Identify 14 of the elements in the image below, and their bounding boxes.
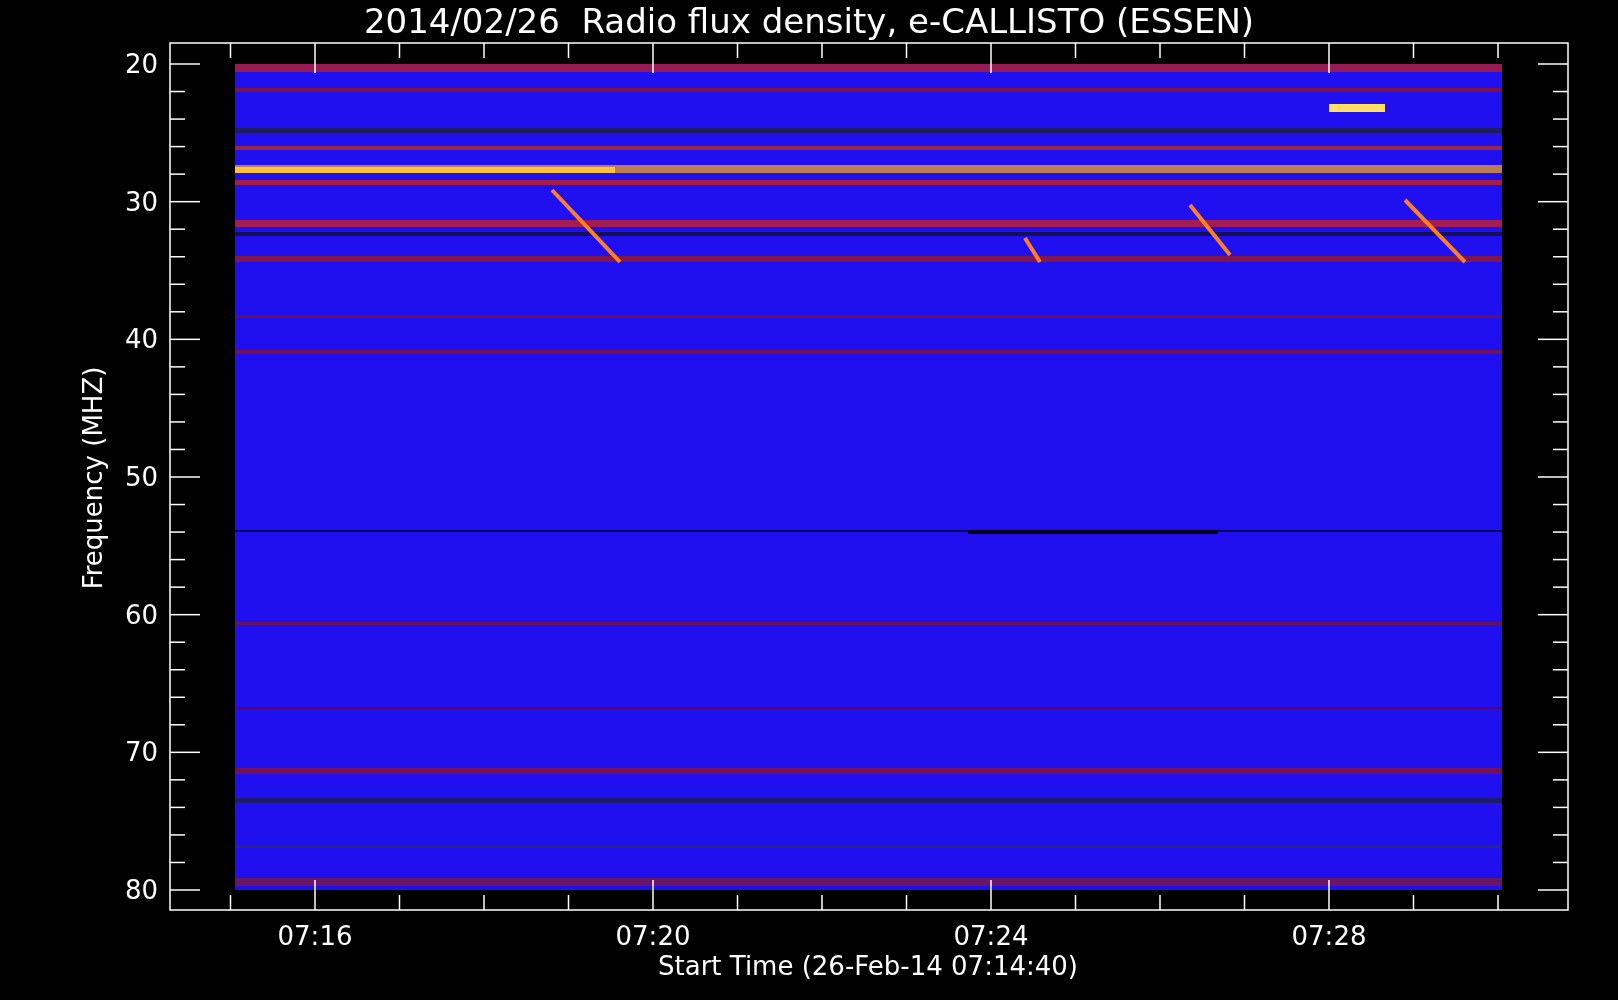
- x-tick-label: 07:16: [277, 921, 353, 951]
- x-axis-label: Start Time (26-Feb-14 07:14:40): [658, 951, 1078, 981]
- y-tick-label: 40: [124, 324, 158, 355]
- y-tick-label: 70: [124, 737, 158, 768]
- y-tick-label: 60: [124, 599, 158, 630]
- plot-title: 2014/02/26 Radio flux density, e-CALLISTO (ESSEN): [363, 1, 1255, 41]
- y-tick-label: 30: [124, 186, 158, 217]
- y-tick-label: 50: [124, 462, 158, 492]
- y-tick-label: 80: [124, 875, 158, 905]
- x-tick-label: 07:24: [953, 921, 1029, 951]
- y-axis-label: Frequency (MHZ): [78, 366, 108, 590]
- x-tick-label: 07:20: [615, 921, 691, 951]
- x-tick-label: 07:28: [1291, 921, 1367, 951]
- y-tick-label: 20: [124, 49, 158, 79]
